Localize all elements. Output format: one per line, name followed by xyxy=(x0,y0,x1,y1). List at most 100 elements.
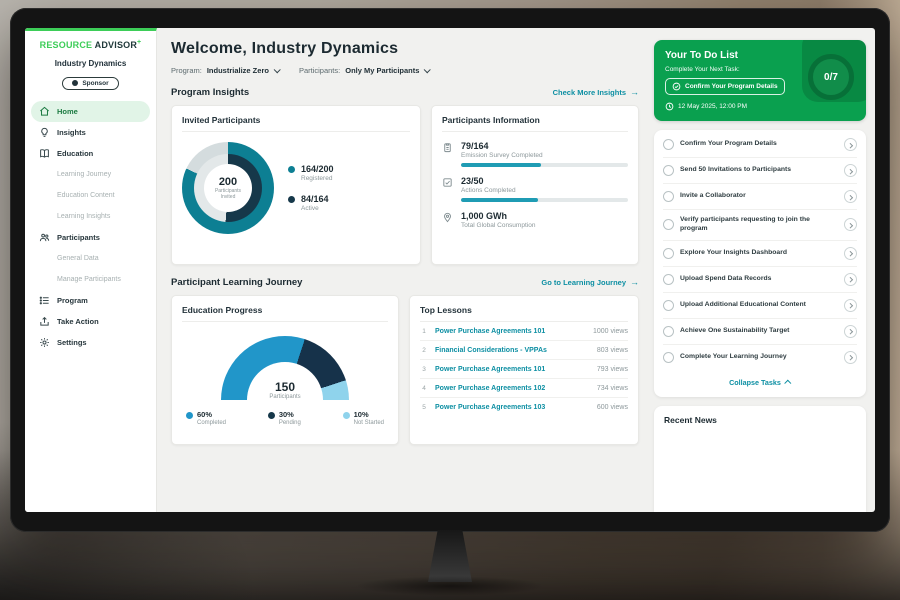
checkbox-circle-icon[interactable] xyxy=(663,139,674,150)
lesson-row[interactable]: 2 Financial Considerations - VPPAs 803 v… xyxy=(420,341,628,360)
lesson-link[interactable]: Power Purchase Agreements 103 xyxy=(435,404,590,411)
lesson-rank: 1 xyxy=(420,328,428,335)
lesson-rank: 2 xyxy=(420,347,428,354)
program-dropdown[interactable]: Program: Industrialize Zero xyxy=(171,66,279,75)
sidebar: RESOURCE ADVISOR+ Industry Dynamics Spon… xyxy=(25,28,157,512)
task-row[interactable]: Upload Additional Educational Content xyxy=(663,293,857,319)
sidebar-item-program[interactable]: Program xyxy=(25,290,156,311)
task-row[interactable]: Invite a Collaborator xyxy=(663,184,857,210)
task-row[interactable]: Send 50 Invitations to Participants xyxy=(663,158,857,184)
legend-dot-icon xyxy=(268,412,275,419)
lesson-row[interactable]: 5 Power Purchase Agreements 103 600 view… xyxy=(420,398,628,416)
chevron-right-icon[interactable] xyxy=(844,325,857,338)
checkbox-circle-icon[interactable] xyxy=(663,191,674,202)
card-title: Invited Participants xyxy=(182,115,410,132)
legend-active: 84/164 Active xyxy=(288,194,334,212)
chevron-down-icon xyxy=(274,66,281,73)
task-row[interactable]: Explore Your Insights Dashboard xyxy=(663,241,857,267)
donut-center-value: 200 xyxy=(219,176,237,188)
due-date-label: 12 May 2025, 12:00 PM xyxy=(678,103,747,110)
sidebar-item-learning-insights[interactable]: Learning Insights xyxy=(25,206,156,227)
task-label: Verify participants requesting to join t… xyxy=(680,216,838,234)
lesson-rank: 4 xyxy=(420,385,428,392)
gauge-center-value: 150 xyxy=(221,380,349,394)
info-value: 79/164 xyxy=(461,141,628,151)
sidebar-nav: Home Insights Education Learning Journey xyxy=(25,101,156,353)
recent-news-title: Recent News xyxy=(664,415,856,425)
lesson-link[interactable]: Power Purchase Agreements 102 xyxy=(435,385,590,392)
lesson-link[interactable]: Power Purchase Agreements 101 xyxy=(435,366,590,373)
sidebar-item-home[interactable]: Home xyxy=(31,101,150,122)
arrow-right-icon: → xyxy=(630,88,639,97)
sidebar-item-settings[interactable]: Settings xyxy=(25,332,156,353)
task-row[interactable]: Upload Spend Data Records xyxy=(663,267,857,293)
sidebar-item-education[interactable]: Education xyxy=(25,143,156,164)
next-task-pill[interactable]: Confirm Your Program Details xyxy=(665,78,785,95)
chevron-right-icon[interactable] xyxy=(844,273,857,286)
participants-dropdown[interactable]: Participants: Only My Participants xyxy=(299,66,429,75)
task-row[interactable]: Confirm Your Program Details xyxy=(663,132,857,158)
sidebar-item-label: Take Action xyxy=(57,317,99,326)
card-title: Education Progress xyxy=(182,305,388,322)
progress-bar-fill xyxy=(461,163,541,167)
legend-pct: 10% xyxy=(354,410,384,419)
task-row[interactable]: Achieve One Sustainability Target xyxy=(663,319,857,345)
legend-completed: 60% Completed xyxy=(186,410,226,426)
location-pin-icon xyxy=(442,212,453,223)
lesson-link[interactable]: Financial Considerations - VPPAs xyxy=(435,347,590,354)
task-label: Complete Your Learning Journey xyxy=(680,353,838,362)
filter-bar: Program: Industrialize Zero Participants… xyxy=(171,66,639,75)
task-label: Upload Spend Data Records xyxy=(680,275,838,284)
check-more-insights-link[interactable]: Check More Insights → xyxy=(553,88,639,97)
lesson-row[interactable]: 3 Power Purchase Agreements 101 793 view… xyxy=(420,360,628,379)
info-row-emission-survey: 79/164 Emission Survey Completed xyxy=(442,141,628,167)
page-title: Welcome, Industry Dynamics xyxy=(171,40,639,58)
sidebar-item-label: Learning Journey xyxy=(57,171,111,178)
lesson-row[interactable]: 1 Power Purchase Agreements 101 1000 vie… xyxy=(420,322,628,341)
link-label: Go to Learning Journey xyxy=(541,278,626,287)
checkbox-circle-icon[interactable] xyxy=(663,165,674,176)
lesson-link[interactable]: Power Purchase Agreements 101 xyxy=(435,328,586,335)
checkbox-circle-icon[interactable] xyxy=(663,326,674,337)
chevron-right-icon[interactable] xyxy=(844,299,857,312)
chevron-right-icon[interactable] xyxy=(844,218,857,231)
sidebar-item-label: Home xyxy=(57,107,78,116)
participants-value: Only My Participants xyxy=(345,66,419,75)
lightbulb-icon xyxy=(39,127,50,138)
sponsor-badge[interactable]: Sponsor xyxy=(62,77,118,90)
checkbox-circle-icon[interactable] xyxy=(663,219,674,230)
chevron-right-icon[interactable] xyxy=(844,190,857,203)
sidebar-item-insights[interactable]: Insights xyxy=(25,122,156,143)
collapse-tasks-link[interactable]: Collapse Tasks xyxy=(663,370,857,395)
sidebar-item-participants[interactable]: Participants xyxy=(25,227,156,248)
sidebar-item-learning-journey[interactable]: Learning Journey xyxy=(25,164,156,185)
chevron-right-icon[interactable] xyxy=(844,247,857,260)
home-icon xyxy=(39,106,50,117)
invited-participants-card: Invited Participants 200 Participants In… xyxy=(171,105,421,265)
chevron-right-icon[interactable] xyxy=(844,138,857,151)
task-label: Upload Additional Educational Content xyxy=(680,301,838,310)
dashboard-screen: RESOURCE ADVISOR+ Industry Dynamics Spon… xyxy=(25,28,875,512)
checkbox-circle-icon[interactable] xyxy=(663,274,674,285)
lesson-row[interactable]: 4 Power Purchase Agreements 102 734 view… xyxy=(420,379,628,398)
legend-label: Registered xyxy=(301,175,334,182)
task-row[interactable]: Verify participants requesting to join t… xyxy=(663,210,857,241)
chevron-right-icon[interactable] xyxy=(844,351,857,364)
lesson-views: 803 views xyxy=(597,347,628,354)
task-row[interactable]: Complete Your Learning Journey xyxy=(663,345,857,370)
sidebar-item-manage-participants[interactable]: Manage Participants xyxy=(25,269,156,290)
book-icon xyxy=(39,148,50,159)
task-label: Invite a Collaborator xyxy=(680,192,838,201)
checkbox-circle-icon[interactable] xyxy=(663,300,674,311)
chevron-right-icon[interactable] xyxy=(844,164,857,177)
legend-dot-icon xyxy=(343,412,350,419)
sidebar-item-education-content[interactable]: Education Content xyxy=(25,185,156,206)
sidebar-item-label: Settings xyxy=(57,338,87,347)
sidebar-item-take-action[interactable]: Take Action xyxy=(25,311,156,332)
sidebar-item-general-data[interactable]: General Data xyxy=(25,248,156,269)
list-icon xyxy=(39,295,50,306)
go-to-learning-journey-link[interactable]: Go to Learning Journey → xyxy=(541,278,639,287)
checkbox-circle-icon[interactable] xyxy=(663,352,674,363)
todo-summary-card: Your To Do List Complete Your Next Task:… xyxy=(654,40,866,121)
checkbox-circle-icon[interactable] xyxy=(663,248,674,259)
